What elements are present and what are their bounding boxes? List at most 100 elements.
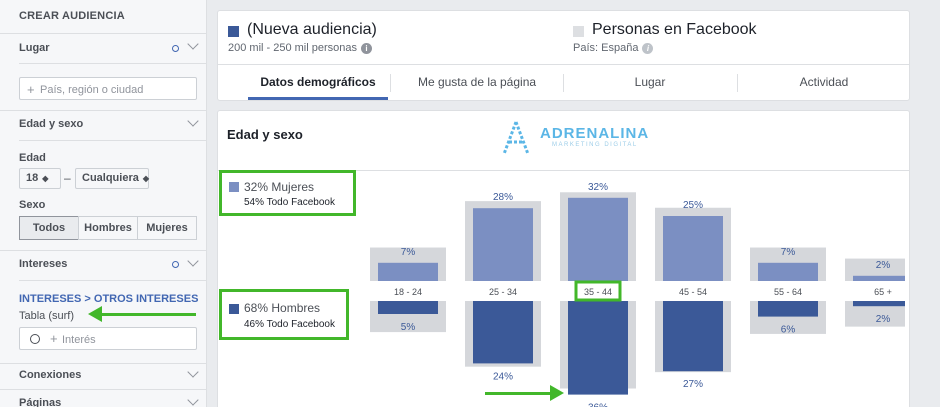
section-paginas-label[interactable]: Páginas (19, 397, 61, 407)
chevron-down-icon[interactable] (188, 368, 198, 378)
value-label-women: 7% (781, 247, 796, 258)
audience-title: (Nueva audiencia) (247, 21, 377, 38)
chevron-down-icon[interactable] (188, 257, 198, 267)
age-max-select[interactable]: Cualquiera ◆ (75, 168, 149, 189)
info-icon[interactable]: i (361, 43, 373, 54)
bar-women-25 - 34[interactable] (473, 208, 533, 281)
legend-women-highlight: 32% Mujeres 54% Todo Facebook (219, 170, 356, 216)
chevron-down-icon[interactable] (188, 117, 198, 127)
category-label: 45 - 54 (679, 287, 707, 297)
age-label: Edad (19, 152, 46, 164)
legend-women-main: 32% Mujeres (244, 180, 315, 194)
bar-women-18 - 24[interactable] (378, 262, 438, 281)
section-lugar-label[interactable]: Lugar (19, 42, 50, 54)
age-dash: – (64, 171, 71, 185)
tab-datos-demograficos[interactable]: Datos demográficos (248, 75, 388, 89)
annotation-arrow-line (485, 392, 552, 395)
bar-men-35 - 44[interactable] (568, 301, 628, 395)
section-title: Edad y sexo (227, 127, 303, 142)
annotation-arrow-line (100, 313, 196, 316)
location-input[interactable]: + País, región o ciudad (19, 77, 197, 100)
value-label-women: 7% (401, 247, 416, 258)
divider (0, 110, 207, 111)
interest-search-input[interactable]: + Interés (19, 327, 197, 350)
divider (218, 64, 909, 65)
divider (0, 250, 207, 251)
value-label-women: 32% (588, 182, 608, 193)
section-intereses-label[interactable]: Intereses (19, 258, 67, 270)
logo-tagline: MARKETING DIGITAL (552, 142, 638, 148)
audience-size-text: 200 mil - 250 mil personas (228, 42, 358, 54)
value-label-men: 27% (683, 379, 703, 390)
divider (0, 363, 207, 364)
age-min-select[interactable]: 18 ◆ (19, 168, 61, 189)
active-tab-indicator (248, 97, 388, 100)
selected-interest[interactable]: Tabla (surf) (19, 310, 74, 322)
plus-icon: + (27, 82, 35, 97)
age-min-value: 18 (26, 172, 39, 184)
divider (0, 389, 207, 390)
age-max-value: Cualquiera (82, 172, 139, 184)
sex-option-hombres[interactable]: Hombres (78, 216, 138, 240)
legend-women-sub: 54% Todo Facebook (244, 197, 335, 208)
logo-name: ADRENALINA (540, 125, 650, 142)
adrenalina-logo-icon (502, 121, 530, 155)
search-icon (30, 334, 40, 344)
category-label: 35 - 44 (584, 287, 612, 297)
bar-women-45 - 54[interactable] (663, 216, 723, 281)
value-label-men: 6% (781, 325, 796, 336)
section-edad-sexo-label[interactable]: Edad y sexo (19, 118, 83, 130)
sex-option-mujeres[interactable]: Mujeres (137, 216, 197, 240)
divider (0, 33, 207, 34)
divider (19, 140, 207, 141)
updown-icon: ◆ (42, 174, 49, 183)
tab-divider (737, 74, 738, 92)
bar-women-65 +[interactable] (853, 275, 905, 281)
bar-women-35 - 44[interactable] (568, 197, 628, 281)
category-label: 25 - 34 (489, 287, 517, 297)
tab-divider (563, 74, 564, 92)
facebook-country: País: España i (573, 42, 654, 54)
info-icon[interactable]: i (642, 43, 654, 54)
facebook-color-swatch (573, 26, 584, 37)
category-label: 18 - 24 (394, 287, 422, 297)
divider (19, 280, 207, 281)
bar-men-45 - 54[interactable] (663, 301, 723, 372)
category-label: 65 + (874, 287, 892, 297)
section-conexiones-label[interactable]: Conexiones (19, 369, 81, 381)
value-label-women: 28% (493, 192, 513, 203)
tab-divider (390, 74, 391, 92)
annotation-arrow-right (550, 385, 564, 401)
divider (19, 63, 207, 64)
info-dot-icon[interactable] (172, 45, 179, 52)
audience-sidebar: CREAR AUDIENCIA Lugar + País, región o c… (0, 0, 207, 407)
tab-actividad[interactable]: Actividad (739, 75, 909, 89)
legend-men-highlight: 68% Hombres 46% Todo Facebook (219, 289, 349, 340)
chevron-down-icon[interactable] (188, 40, 198, 50)
sidebar-title: CREAR AUDIENCIA (19, 10, 125, 22)
value-label-men: 36% (588, 403, 608, 407)
bar-men-65 +[interactable] (853, 301, 905, 307)
bar-men-55 - 64[interactable] (758, 301, 818, 317)
tab-lugar[interactable]: Lugar (565, 75, 735, 89)
chevron-down-icon[interactable] (188, 396, 198, 406)
sex-option-todos[interactable]: Todos (19, 216, 79, 240)
men-color-swatch (229, 304, 239, 314)
value-label-men: 2% (876, 314, 891, 325)
women-color-swatch (229, 182, 239, 192)
interests-breadcrumb[interactable]: INTERESES > OTROS INTERESES (19, 293, 198, 305)
audience-color-swatch (228, 26, 239, 37)
legend-men-main: 68% Hombres (244, 301, 321, 315)
facebook-country-text: País: España (573, 42, 639, 54)
age-gender-chart: 18 - 24 7% 5% 25 - 34 28% 24% 35 - 44 32% 36% 45 … (360, 182, 905, 407)
plus-icon: + (50, 331, 58, 346)
value-label-men: 5% (401, 322, 416, 333)
sex-label: Sexo (19, 199, 46, 211)
bar-men-18 - 24[interactable] (378, 301, 438, 314)
bar-women-55 - 64[interactable] (758, 262, 818, 281)
tab-me-gusta[interactable]: Me gusta de la página (392, 75, 562, 89)
audience-size: 200 mil - 250 mil personas i (228, 42, 373, 54)
value-label-women: 25% (683, 200, 703, 211)
info-dot-icon[interactable] (172, 261, 179, 268)
bar-men-25 - 34[interactable] (473, 301, 533, 364)
